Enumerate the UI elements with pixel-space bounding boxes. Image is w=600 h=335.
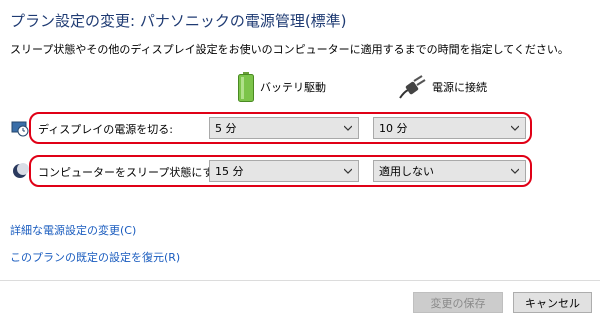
save-changes-button[interactable]: 変更の保存	[413, 292, 503, 313]
column-header-battery: バッテリ駆動	[238, 70, 326, 104]
cancel-button[interactable]: キャンセル	[513, 292, 592, 313]
page-title: プラン設定の変更: パナソニックの電源管理(標準)	[10, 12, 347, 30]
sleep-moon-icon	[13, 163, 29, 178]
footer-divider	[0, 280, 600, 281]
page-description: スリープ状態やその他のディスプレイ設定をお使いのコンピューターに適用するまでの時…	[10, 43, 569, 56]
restore-defaults-link[interactable]: このプランの既定の設定を復元(R)	[10, 249, 180, 265]
column-label-plugged: 電源に接続	[432, 81, 487, 94]
highlight-outline-sleep-row	[29, 155, 532, 187]
column-header-plugged: 電源に接続	[398, 70, 487, 104]
battery-icon	[238, 72, 254, 102]
advanced-power-settings-link[interactable]: 詳細な電源設定の変更(C)	[10, 222, 136, 238]
display-clock-icon	[11, 121, 29, 137]
column-label-battery: バッテリ駆動	[260, 81, 326, 94]
highlight-outline-display-row	[29, 112, 532, 144]
power-plug-icon	[399, 75, 426, 99]
